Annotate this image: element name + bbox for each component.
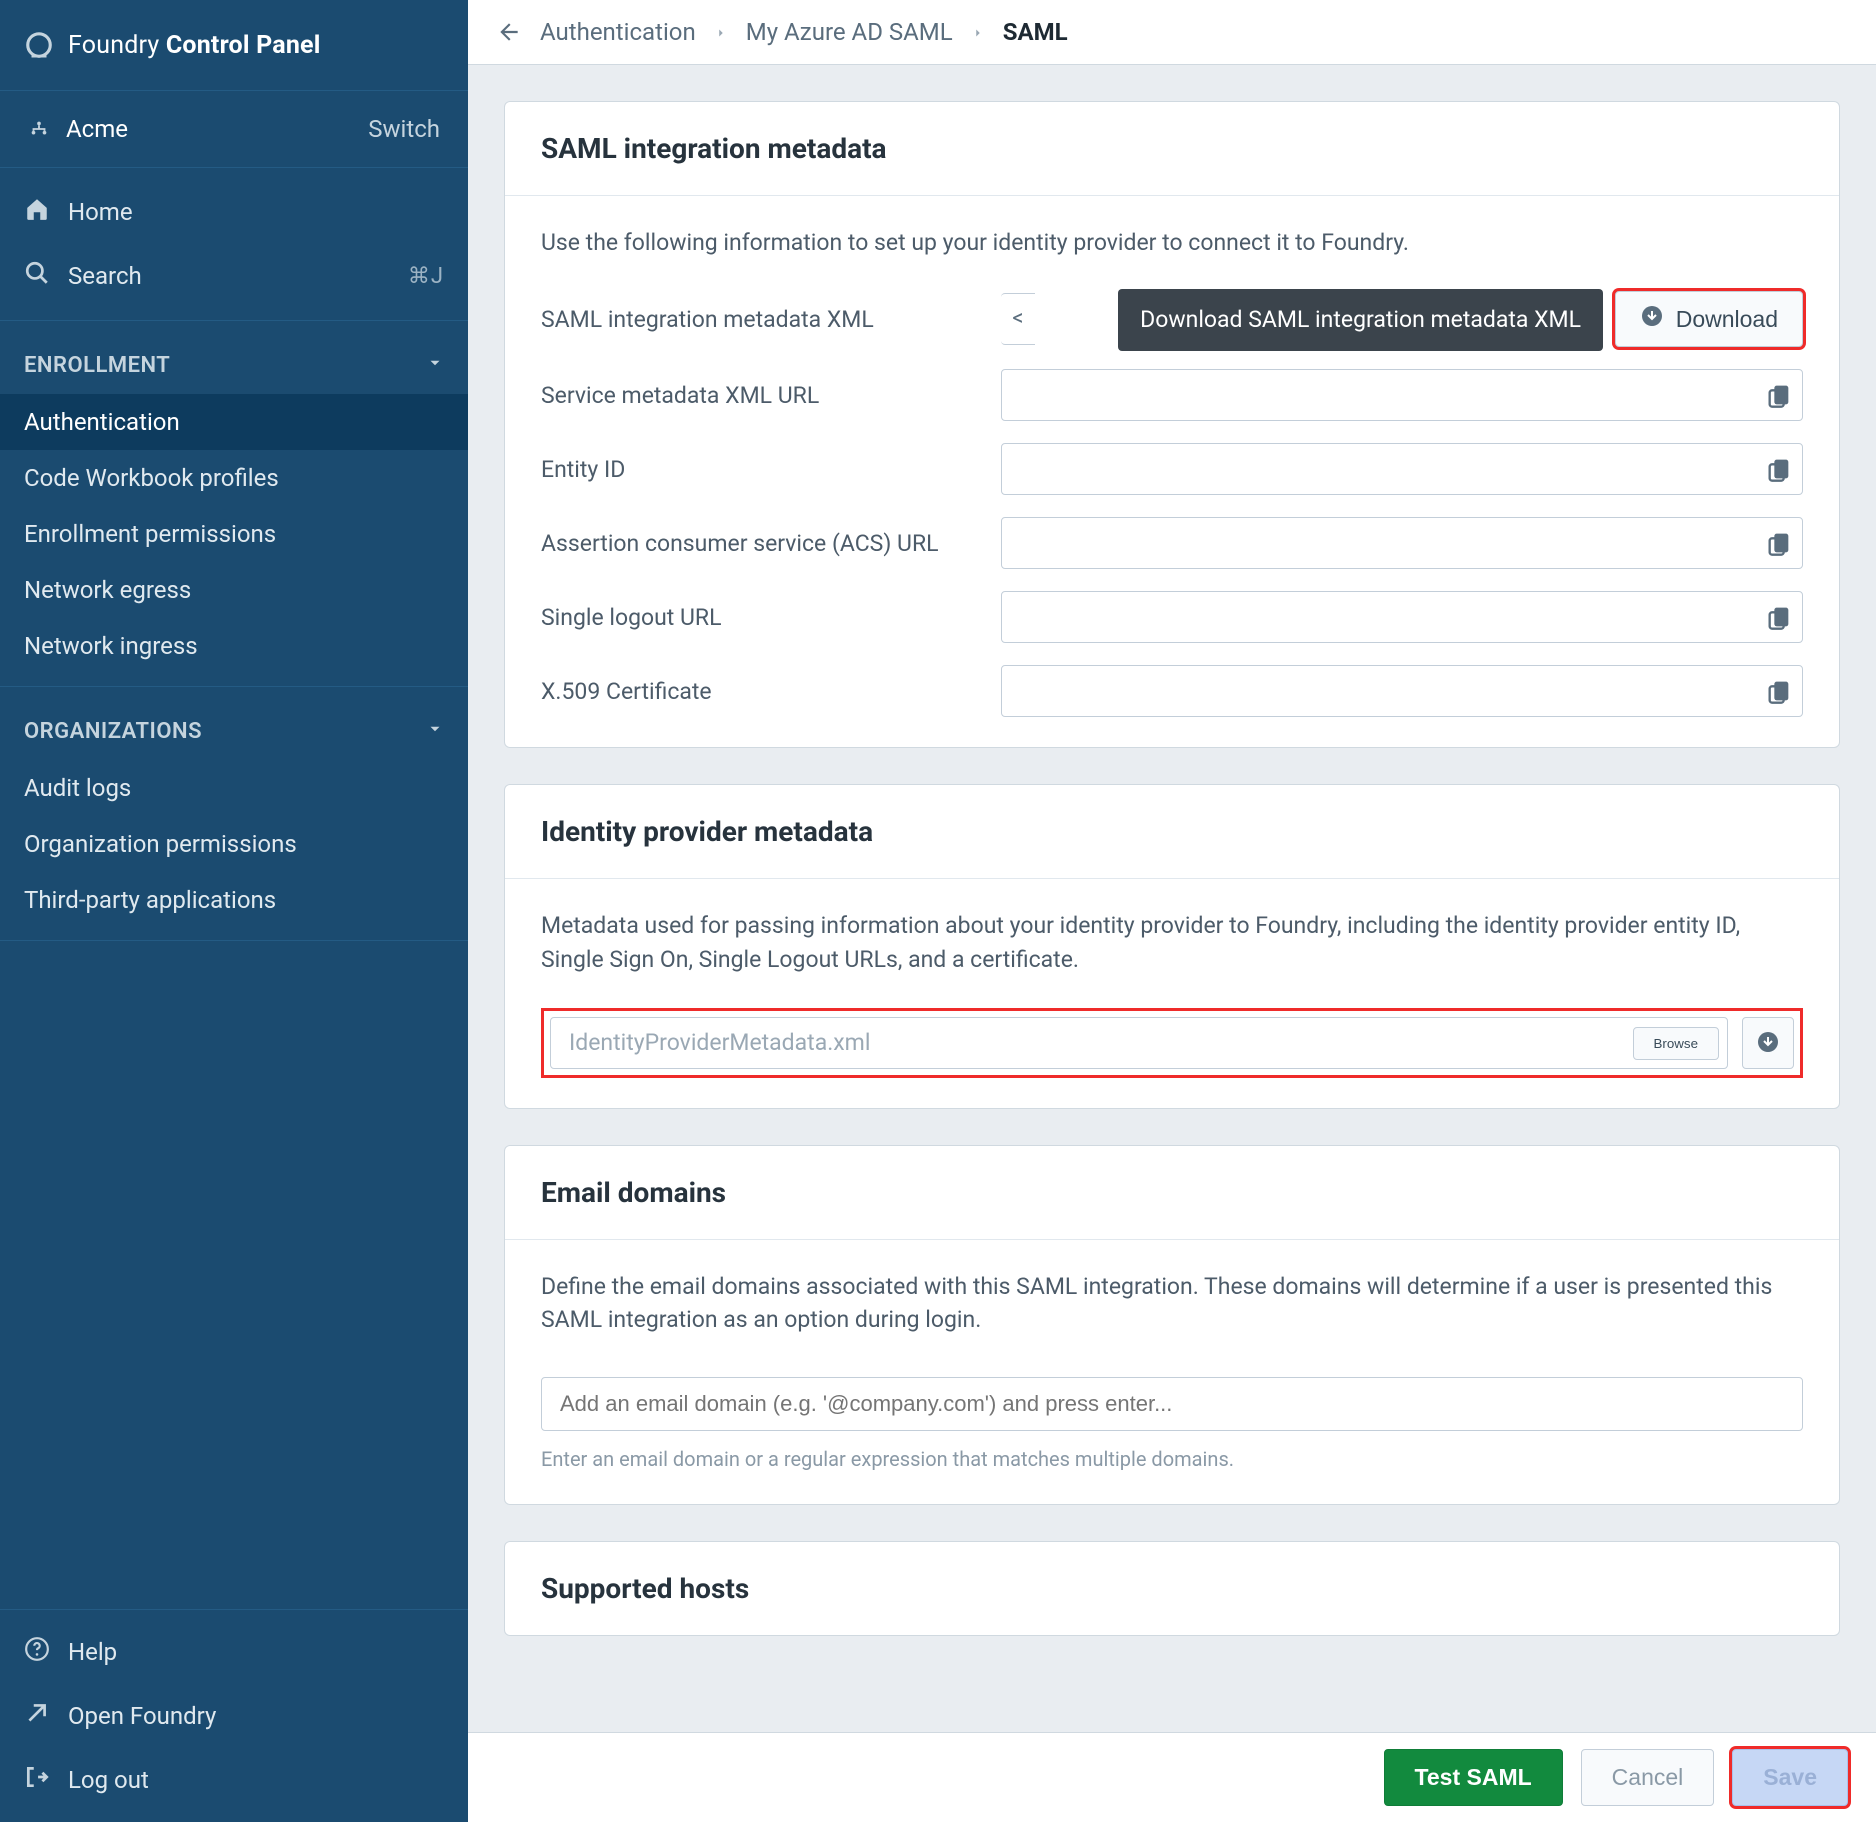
card-title: SAML integration metadata [541,132,1803,165]
sidebar: Foundry Control Panel Acme Switch Home S… [0,0,468,1822]
metadata-xml-preview: < [1001,293,1035,345]
email-domain-input[interactable] [541,1377,1803,1431]
file-placeholder: IdentityProviderMetadata.xml [569,1026,870,1059]
input-x509-cert[interactable] [1001,665,1803,717]
breadcrumb-bar: Authentication My Azure AD SAML SAML [468,0,1876,65]
chevron-down-icon [426,719,444,744]
nav-home-label: Home [68,198,133,226]
card-supported-hosts: Supported hosts [504,1541,1840,1636]
file-upload-highlight: IdentityProviderMetadata.xml Browse [541,1008,1803,1078]
download-icon [1756,1030,1780,1057]
idp-metadata-file-input[interactable]: IdentityProviderMetadata.xml Browse [550,1017,1728,1069]
org-icon [28,118,50,140]
copy-service-url-button[interactable] [1765,381,1793,409]
label-service-url: Service metadata XML URL [541,379,1001,412]
card-helper-text: Define the email domains associated with… [541,1270,1803,1337]
action-bar: Test SAML Cancel Save [468,1732,1876,1822]
card-email-domains: Email domains Define the email domains a… [504,1145,1840,1505]
card-helper-text: Use the following information to set up … [541,226,1803,259]
download-idp-metadata-button[interactable] [1742,1017,1794,1069]
card-title: Supported hosts [541,1572,1803,1605]
sidebar-item-third-party-applications[interactable]: Third-party applications [0,872,468,928]
label-slo-url: Single logout URL [541,601,1001,634]
input-service-url[interactable] [1001,369,1803,421]
download-button-label: Download [1676,306,1778,333]
sidebar-item-organization-permissions[interactable]: Organization permissions [0,816,468,872]
switch-org-link[interactable]: Switch [368,115,440,143]
nav-search-label: Search [68,262,142,290]
card-helper-text: Metadata used for passing information ab… [541,909,1803,976]
help-icon [24,1636,50,1668]
label-x509-cert: X.509 Certificate [541,675,1001,708]
browse-button[interactable]: Browse [1633,1027,1719,1060]
download-metadata-button[interactable]: Download [1615,291,1803,347]
brand-header: Foundry Control Panel [0,0,468,91]
card-title: Email domains [541,1176,1803,1209]
nav-logout-label: Log out [68,1766,149,1794]
label-metadata-xml: SAML integration metadata XML [541,303,1001,336]
search-shortcut: ⌘J [408,264,444,289]
crumb-saml: SAML [1003,18,1068,46]
sidebar-item-audit-logs[interactable]: Audit logs [0,760,468,816]
org-switcher[interactable]: Acme Switch [0,91,468,168]
chevron-right-icon [971,18,985,46]
copy-entity-id-button[interactable] [1765,455,1793,483]
nav-help-label: Help [68,1638,117,1666]
nav-open-foundry-label: Open Foundry [68,1702,216,1730]
org-name: Acme [66,115,128,143]
save-button[interactable]: Save [1732,1749,1848,1806]
copy-slo-url-button[interactable] [1765,603,1793,631]
copy-acs-url-button[interactable] [1765,529,1793,557]
nav-search[interactable]: Search ⌘J [0,244,468,308]
brand-logo-icon [24,30,54,60]
card-saml-integration-metadata: SAML integration metadata Use the follow… [504,101,1840,748]
back-button[interactable] [496,19,522,45]
nav-open-foundry[interactable]: Open Foundry [0,1684,468,1748]
sidebar-item-enrollment-permissions[interactable]: Enrollment permissions [0,506,468,562]
external-link-icon [24,1700,50,1732]
cancel-button[interactable]: Cancel [1581,1749,1715,1806]
sidebar-item-network-ingress[interactable]: Network ingress [0,618,468,674]
brand-title: Foundry Control Panel [68,31,321,60]
input-slo-url[interactable] [1001,591,1803,643]
nav-help[interactable]: Help [0,1620,468,1684]
crumb-authentication[interactable]: Authentication [540,18,696,46]
sidebar-item-network-egress[interactable]: Network egress [0,562,468,618]
logout-icon [24,1764,50,1796]
card-title: Identity provider metadata [541,815,1803,848]
nav-home[interactable]: Home [0,180,468,244]
download-tooltip: Download SAML integration metadata XML [1118,289,1603,350]
crumb-azure-ad-saml[interactable]: My Azure AD SAML [746,18,953,46]
download-icon [1640,304,1664,334]
search-icon [24,260,50,292]
email-domain-hint: Enter an email domain or a regular expre… [541,1445,1803,1474]
input-entity-id[interactable] [1001,443,1803,495]
test-saml-button[interactable]: Test SAML [1384,1749,1563,1806]
card-identity-provider-metadata: Identity provider metadata Metadata used… [504,784,1840,1109]
copy-x509-button[interactable] [1765,677,1793,705]
label-acs-url: Assertion consumer service (ACS) URL [541,527,1001,560]
chevron-down-icon [426,353,444,378]
sidebar-item-authentication[interactable]: Authentication [0,394,468,450]
nav-logout[interactable]: Log out [0,1748,468,1812]
input-acs-url[interactable] [1001,517,1803,569]
chevron-right-icon [714,18,728,46]
section-organizations-header[interactable]: ORGANIZATIONS [0,699,468,760]
home-icon [24,196,50,228]
sidebar-item-code-workbook-profiles[interactable]: Code Workbook profiles [0,450,468,506]
section-enrollment-header[interactable]: ENROLLMENT [0,333,468,394]
label-entity-id: Entity ID [541,453,1001,486]
